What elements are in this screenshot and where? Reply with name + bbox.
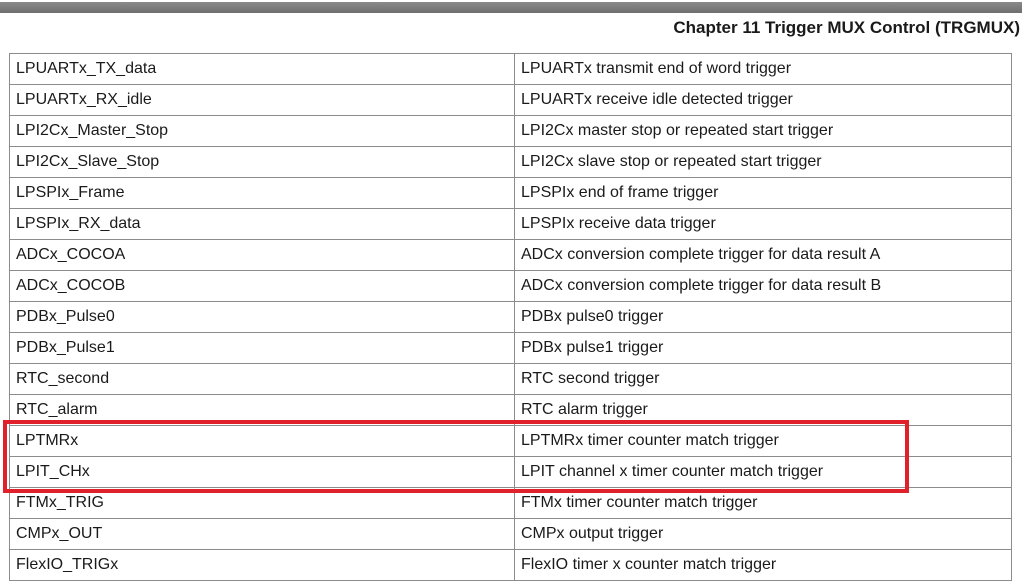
description-cell: RTC alarm trigger xyxy=(514,394,1012,426)
description-cell: ADCx conversion complete trigger for dat… xyxy=(514,239,1012,271)
table-row-highlighted: LPTMRx LPTMRx timer counter match trigge… xyxy=(9,425,1012,457)
signal-cell: ADCx_COCOA xyxy=(9,239,515,271)
description-cell: ADCx conversion complete trigger for dat… xyxy=(514,270,1012,302)
table-row-highlighted: LPIT_CHx LPIT channel x timer counter ma… xyxy=(9,456,1012,488)
table-row: ADCx_COCOB ADCx conversion complete trig… xyxy=(9,270,1012,302)
description-cell: PDBx pulse0 trigger xyxy=(514,301,1012,333)
table-row: FTMx_TRIG FTMx timer counter match trigg… xyxy=(9,487,1012,519)
description-cell: LPTMRx timer counter match trigger xyxy=(514,425,1012,457)
table-row: LPI2Cx_Master_Stop LPI2Cx master stop or… xyxy=(9,115,1012,147)
table-row: LPUARTx_TX_data LPUARTx transmit end of … xyxy=(9,53,1012,85)
table-row: LPSPIx_Frame LPSPIx end of frame trigger xyxy=(9,177,1012,209)
description-cell: LPSPIx receive data trigger xyxy=(514,208,1012,240)
table-row: LPUARTx_RX_idle LPUARTx receive idle det… xyxy=(9,84,1012,116)
table-row: LPSPIx_RX_data LPSPIx receive data trigg… xyxy=(9,208,1012,240)
signal-cell: FTMx_TRIG xyxy=(9,487,515,519)
trigger-table-body: LPUARTx_TX_data LPUARTx transmit end of … xyxy=(9,53,1012,581)
table-row: RTC_second RTC second trigger xyxy=(9,363,1012,395)
signal-cell: RTC_second xyxy=(9,363,515,395)
page-top-rule xyxy=(0,2,1022,13)
trigger-signal-table: LPUARTx_TX_data LPUARTx transmit end of … xyxy=(9,53,1012,581)
table-row: ADCx_COCOA ADCx conversion complete trig… xyxy=(9,239,1012,271)
signal-cell: PDBx_Pulse0 xyxy=(9,301,515,333)
table-row: LPI2Cx_Slave_Stop LPI2Cx slave stop or r… xyxy=(9,146,1012,178)
signal-cell: LPTMRx xyxy=(9,425,515,457)
signal-cell: LPSPIx_Frame xyxy=(9,177,515,209)
signal-cell: LPI2Cx_Slave_Stop xyxy=(9,146,515,178)
table-row: PDBx_Pulse0 PDBx pulse0 trigger xyxy=(9,301,1012,333)
signal-cell: LPUARTx_TX_data xyxy=(9,53,515,85)
signal-cell: LPIT_CHx xyxy=(9,456,515,488)
signal-cell: PDBx_Pulse1 xyxy=(9,332,515,364)
description-cell: LPUARTx transmit end of word trigger xyxy=(514,53,1012,85)
signal-cell: LPSPIx_RX_data xyxy=(9,208,515,240)
signal-cell: FlexIO_TRIGx xyxy=(9,549,515,581)
description-cell: LPI2Cx slave stop or repeated start trig… xyxy=(514,146,1012,178)
signal-cell: LPUARTx_RX_idle xyxy=(9,84,515,116)
description-cell: LPUARTx receive idle detected trigger xyxy=(514,84,1012,116)
description-cell: FTMx timer counter match trigger xyxy=(514,487,1012,519)
signal-cell: LPI2Cx_Master_Stop xyxy=(9,115,515,147)
signal-cell: ADCx_COCOB xyxy=(9,270,515,302)
table-row: RTC_alarm RTC alarm trigger xyxy=(9,394,1012,426)
description-cell: RTC second trigger xyxy=(514,363,1012,395)
chapter-header: Chapter 11 Trigger MUX Control (TRGMUX) xyxy=(673,18,1020,37)
signal-cell: RTC_alarm xyxy=(9,394,515,426)
description-cell: LPIT channel x timer counter match trigg… xyxy=(514,456,1012,488)
signal-cell: CMPx_OUT xyxy=(9,518,515,550)
table-row: FlexIO_TRIGx FlexIO timer x counter matc… xyxy=(9,549,1012,581)
description-cell: FlexIO timer x counter match trigger xyxy=(514,549,1012,581)
description-cell: LPSPIx end of frame trigger xyxy=(514,177,1012,209)
description-cell: CMPx output trigger xyxy=(514,518,1012,550)
description-cell: PDBx pulse1 trigger xyxy=(514,332,1012,364)
table-row: PDBx_Pulse1 PDBx pulse1 trigger xyxy=(9,332,1012,364)
description-cell: LPI2Cx master stop or repeated start tri… xyxy=(514,115,1012,147)
table-row: CMPx_OUT CMPx output trigger xyxy=(9,518,1012,550)
